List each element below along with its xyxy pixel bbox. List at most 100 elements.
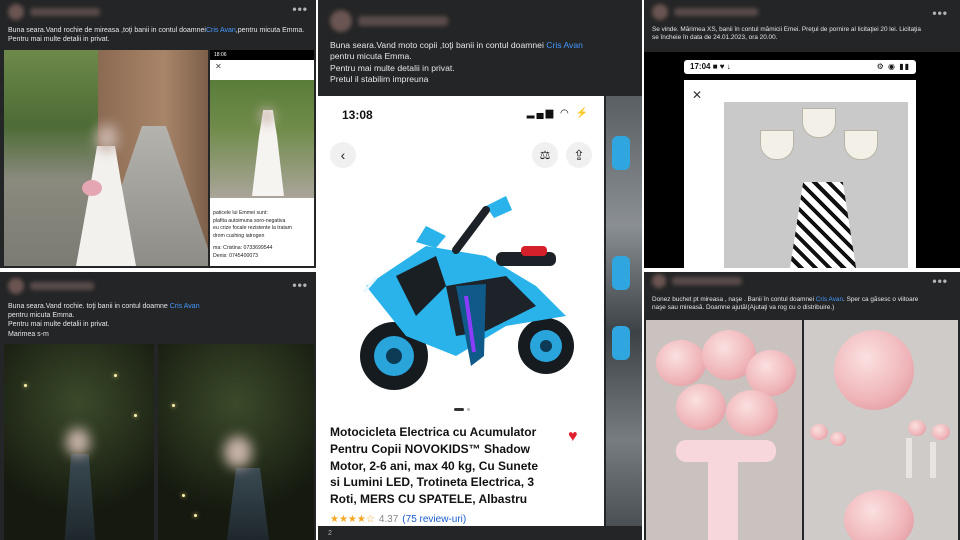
string-light bbox=[24, 384, 27, 387]
post-text-line: ,pentru micuta Emma. bbox=[235, 27, 305, 34]
wedding-dress-photo[interactable] bbox=[4, 50, 208, 266]
product-title[interactable]: Motocicleta Electrica cu Acumulator Pent… bbox=[330, 424, 560, 508]
doc-line: paticele lui Emmei sunt: bbox=[213, 210, 268, 216]
evening-dress-photo-right[interactable] bbox=[158, 344, 314, 540]
share-icon[interactable]: ⇪ bbox=[566, 142, 592, 168]
post-text-line: se încheie în data de 24.01.2023, ora 20… bbox=[652, 34, 778, 42]
post-text-line: Buna seara.Vand moto copii ,toţi banii i… bbox=[330, 40, 544, 50]
mention-link[interactable]: Cris Avan bbox=[170, 303, 200, 310]
doc-line: drom cushing iatrogen bbox=[213, 232, 265, 239]
corsage bbox=[932, 424, 950, 440]
post-text-line: Buna seara.Vand rochie. toţi banii in co… bbox=[8, 303, 168, 310]
status-bar: 17:04 ■ ♥ ↓ ⚙ ◉ ▮▮ bbox=[684, 60, 916, 74]
avatar[interactable] bbox=[8, 278, 24, 294]
notification-icons: ■ ♥ ↓ bbox=[712, 62, 731, 71]
blurred-face bbox=[96, 124, 118, 152]
product-title-line: Roti, MERS CU SPATELE, Albastru bbox=[330, 492, 528, 507]
lamp-shade bbox=[802, 108, 836, 138]
close-icon[interactable]: ✕ bbox=[692, 88, 702, 102]
rose bbox=[676, 384, 726, 430]
string-light bbox=[172, 404, 175, 407]
author-name-blurred[interactable] bbox=[30, 282, 94, 290]
post-text: Se vinde. Mărimea XS, banii în contul mă… bbox=[652, 26, 921, 43]
post-text-line: Pretul il stabilim impreuna bbox=[330, 74, 429, 85]
product-title-line: Pentru Copii NOVOKIDS™ Shadow bbox=[330, 441, 531, 456]
post-kids-motorcycle: Buna seara.Vand moto copii ,toţi banii i… bbox=[318, 0, 642, 540]
post-menu-icon[interactable]: ••• bbox=[292, 278, 308, 292]
shopping-app-screenshot[interactable]: 13:08 ▂▄▆ ◠ ⚡ ‹ ⚖ ⇪ Motocicleta Electric… bbox=[318, 96, 604, 526]
avatar[interactable] bbox=[652, 4, 668, 20]
string-light bbox=[182, 494, 185, 497]
dress-photo[interactable]: ✕ bbox=[684, 80, 916, 268]
mention-link[interactable]: Cris Avan bbox=[206, 27, 236, 34]
blurred-face bbox=[224, 436, 252, 468]
ribbon-bow bbox=[676, 440, 776, 462]
post-text-line: pentru micuta Emma. bbox=[330, 51, 412, 62]
patterned-dress bbox=[790, 182, 856, 268]
post-wedding-dress: ••• Buna seara.Vand rochie de mireasa ,t… bbox=[0, 0, 316, 268]
back-icon[interactable]: ‹ bbox=[330, 142, 356, 168]
doc-line: plafita autoimuna soro-negativa bbox=[213, 217, 286, 224]
status-icons: ▂▄▆ ◠ ⚡ bbox=[526, 108, 590, 119]
post-menu-icon[interactable]: ••• bbox=[932, 6, 948, 20]
boutonniere bbox=[810, 424, 828, 440]
doc-line: Denis: 0745400073 bbox=[213, 252, 258, 259]
post-text-line: pentru micuta Emma. bbox=[8, 312, 75, 320]
ribbon-tail bbox=[708, 460, 738, 540]
photo-detail bbox=[612, 136, 630, 170]
doc-line: ma: Cristina: 0733699544 bbox=[213, 245, 273, 252]
ribbon-band bbox=[930, 442, 936, 478]
motorcycle-image[interactable] bbox=[336, 166, 586, 406]
mention-link[interactable]: Cris Avan bbox=[546, 40, 583, 50]
side-photo-strip[interactable] bbox=[606, 96, 642, 526]
author-name-blurred[interactable] bbox=[30, 8, 100, 16]
round-bouquet bbox=[834, 330, 914, 410]
status-time: 18:06 bbox=[214, 52, 227, 58]
evening-dress bbox=[64, 454, 96, 540]
product-title-line: Motocicleta Electrica cu Acumulator bbox=[330, 425, 537, 439]
lamp-shade bbox=[844, 130, 878, 160]
post-text-line: Se vinde. Mărimea XS, banii în contul mă… bbox=[652, 26, 921, 33]
post-text-line: Marimea s-m bbox=[8, 330, 49, 338]
phone-screenshot[interactable]: 17:04 ■ ♥ ↓ ⚙ ◉ ▮▮ ✕ bbox=[644, 52, 960, 268]
author-name-blurred[interactable] bbox=[358, 16, 448, 26]
author-name-blurred[interactable] bbox=[674, 8, 758, 16]
rating-score: 4.37 bbox=[378, 514, 399, 525]
post-text-line: . Sper ca găsesc o viitoare bbox=[843, 296, 919, 303]
boutonniere bbox=[830, 432, 846, 446]
reviews-link[interactable]: (75 review-uri) bbox=[402, 514, 466, 525]
product-title-line: si Lumini LED, Trotineta Electrica, 3 bbox=[330, 475, 535, 490]
post-text-line: naşe sau mireasă. Doamne ajută!(Ajutaţi … bbox=[652, 304, 835, 312]
close-icon[interactable]: ✕ bbox=[215, 62, 222, 71]
evening-dress-photo-left[interactable] bbox=[4, 344, 154, 540]
reaction-count[interactable]: 2 bbox=[328, 530, 332, 537]
carousel-dot[interactable] bbox=[467, 408, 470, 411]
product-rating[interactable]: ★★★★☆ 4.37 (75 review-uri) bbox=[330, 514, 466, 525]
bouquet-photo-right[interactable] bbox=[804, 320, 958, 540]
ribbon-band bbox=[906, 438, 912, 478]
status-time: 13:08 bbox=[342, 108, 373, 122]
blurred-face bbox=[260, 108, 274, 124]
rose bbox=[656, 340, 706, 386]
post-text: Buna seara.Vand moto copii ,toţi banii i… bbox=[330, 40, 583, 85]
avatar[interactable] bbox=[8, 4, 24, 20]
author-name-blurred[interactable] bbox=[672, 277, 742, 285]
corsage bbox=[908, 420, 926, 436]
avatar[interactable] bbox=[330, 10, 352, 32]
post-text-line: Donez buchet pt mireasa , naşe . Banii î… bbox=[652, 296, 814, 303]
favorite-heart-icon[interactable]: ♥ bbox=[568, 428, 578, 446]
phone-screenshot[interactable]: 18:06 ✕ paticele lui Emmei sunt: plafita… bbox=[210, 50, 314, 266]
post-menu-icon[interactable]: ••• bbox=[932, 274, 948, 288]
avatar[interactable] bbox=[652, 274, 666, 288]
string-light bbox=[194, 514, 197, 517]
mention-link[interactable]: Cris Avan bbox=[816, 296, 843, 303]
compare-icon[interactable]: ⚖ bbox=[532, 142, 558, 168]
blurred-face bbox=[66, 428, 90, 456]
rating-stars-icon: ★★★★☆ bbox=[330, 514, 375, 525]
post-menu-icon[interactable]: ••• bbox=[292, 2, 308, 16]
string-light bbox=[134, 414, 137, 417]
carousel-dot-active[interactable] bbox=[454, 408, 464, 411]
photo-detail bbox=[612, 326, 630, 360]
carousel-dots[interactable] bbox=[454, 398, 473, 416]
bouquet-photo-left[interactable] bbox=[646, 320, 802, 540]
